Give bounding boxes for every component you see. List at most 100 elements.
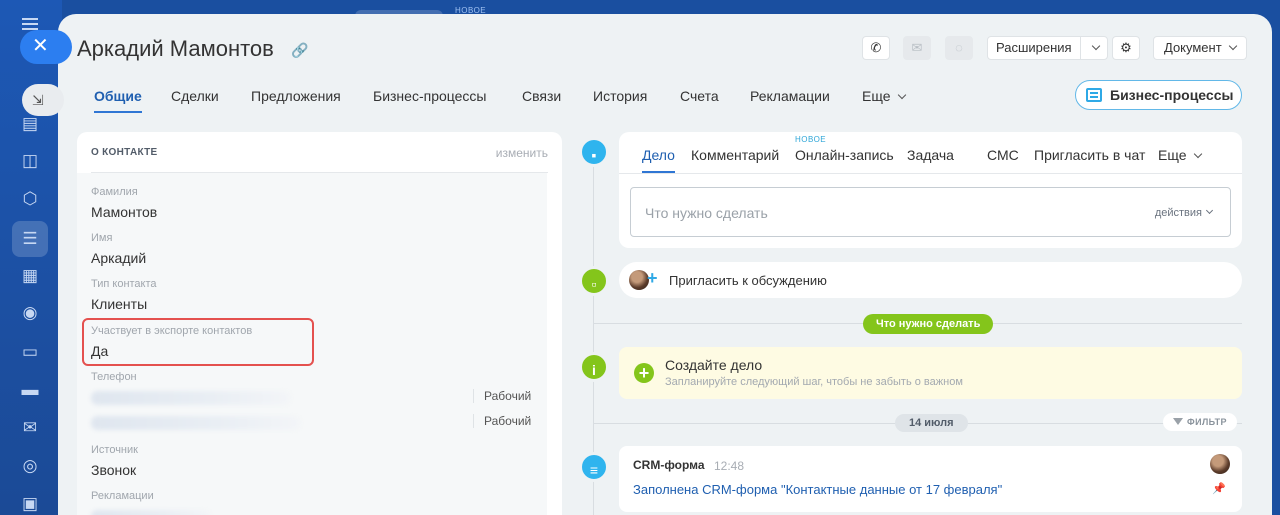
chevron-down-icon bbox=[897, 90, 906, 100]
contact-type-label: Тип контакта bbox=[91, 278, 157, 290]
create-activity-card[interactable]: + Создайте дело Запланируйте следующий ш… bbox=[619, 347, 1242, 399]
document-button[interactable]: Документ bbox=[1153, 36, 1247, 60]
invite-label: Пригласить к обсуждению bbox=[669, 273, 827, 288]
collapse-button[interactable]: ⇲ bbox=[22, 84, 64, 116]
activity-input-placeholder: Что нужно сделать bbox=[645, 205, 768, 221]
source-value[interactable]: Звонок bbox=[91, 462, 136, 478]
tab-more[interactable]: Еще bbox=[862, 88, 906, 104]
chevron-down-icon bbox=[1193, 149, 1202, 159]
chevron-down-icon bbox=[1091, 41, 1100, 51]
close-button[interactable]: ✕ bbox=[20, 30, 72, 64]
tab-invite-to-chat[interactable]: Пригласить в чат bbox=[1034, 147, 1145, 163]
avatar bbox=[629, 270, 649, 290]
actions-dropdown[interactable]: действия bbox=[1154, 206, 1214, 219]
close-icon: ✕ bbox=[32, 35, 49, 57]
collapse-icon: ⇲ bbox=[32, 92, 44, 108]
card-icon[interactable]: ▬ bbox=[20, 380, 40, 400]
mail-icon[interactable]: ✉ bbox=[20, 418, 40, 438]
info-icon: i bbox=[579, 352, 609, 382]
tab-sms[interactable]: СМС bbox=[987, 147, 1019, 163]
tab-proposals[interactable]: Предложения bbox=[251, 88, 341, 104]
create-activity-subtitle: Запланируйте следующий шаг, чтобы не заб… bbox=[665, 376, 963, 388]
create-activity-title: Создайте дело bbox=[665, 357, 763, 373]
chevron-down-icon bbox=[1228, 41, 1237, 51]
first-name-label: Имя bbox=[91, 232, 113, 244]
date-pill: 14 июля bbox=[895, 414, 968, 432]
contact-type-value[interactable]: Клиенты bbox=[91, 296, 147, 312]
business-process-icon bbox=[1086, 88, 1102, 102]
chat-icon[interactable]: ◫ bbox=[20, 151, 40, 171]
tab-task[interactable]: Задача bbox=[907, 147, 954, 163]
tab-deals[interactable]: Сделки bbox=[171, 88, 219, 104]
tab-more-label: Еще bbox=[862, 88, 891, 104]
tab-invoices[interactable]: Счета bbox=[680, 88, 719, 104]
tab-activity-more[interactable]: Еще bbox=[1158, 147, 1202, 163]
event-link[interactable]: Заполнена CRM-форма "Контактные данные о… bbox=[633, 482, 1002, 497]
contact-panel: Аркадий Мамонтов 🔗 ✆ ✉ ◌ Расширения ⚙ До… bbox=[58, 14, 1272, 515]
pin-icon[interactable]: 📌 bbox=[1212, 482, 1226, 495]
tab-relations[interactable]: Связи bbox=[522, 88, 561, 104]
claims-label: Рекламации bbox=[91, 490, 154, 502]
add-icon[interactable]: + bbox=[634, 363, 654, 383]
document-label: Документ bbox=[1164, 40, 1222, 55]
page-title: Аркадий Мамонтов bbox=[77, 36, 274, 61]
phone-label: Телефон bbox=[91, 371, 137, 383]
tab-business-processes[interactable]: Бизнес-процессы bbox=[373, 88, 486, 104]
hexagon-icon[interactable]: ⬡ bbox=[20, 189, 40, 209]
highlight-frame bbox=[82, 318, 314, 366]
menu-icon[interactable] bbox=[22, 18, 38, 30]
app-sidebar: ▤ ◫ ⬡ ☰ ▦ ◉ ▭ ▬ ✉ ◎ ▣ bbox=[0, 0, 62, 515]
contacts-icon[interactable]: ◎ bbox=[20, 456, 40, 476]
last-name-value[interactable]: Мамонтов bbox=[91, 204, 157, 220]
tab-comment[interactable]: Комментарий bbox=[691, 147, 779, 163]
tab-online-booking[interactable]: Онлайн-запись bbox=[795, 147, 894, 163]
form-icon: ≡ bbox=[579, 452, 609, 482]
edit-link[interactable]: изменить bbox=[496, 146, 548, 160]
divider bbox=[619, 173, 1242, 174]
email-button[interactable]: ✉ bbox=[903, 36, 931, 60]
last-name-label: Фамилия bbox=[91, 186, 138, 198]
tab-activity-more-label: Еще bbox=[1158, 147, 1187, 163]
tab-claims[interactable]: Рекламации bbox=[750, 88, 830, 104]
plus-icon: + bbox=[647, 268, 658, 288]
call-button[interactable]: ✆ bbox=[862, 36, 890, 60]
robot-icon[interactable]: ◉ bbox=[20, 303, 40, 323]
mail-icon: ✉ bbox=[911, 40, 923, 55]
new-badge: НОВОЕ bbox=[795, 135, 827, 144]
event-time: 12:48 bbox=[714, 459, 745, 473]
phone-icon: ✆ bbox=[870, 40, 882, 55]
filter-button[interactable]: ФИЛЬТР bbox=[1163, 413, 1237, 431]
chat-bubble-icon: ◌ bbox=[955, 40, 963, 55]
document-icon[interactable]: ▭ bbox=[20, 342, 40, 362]
filter-label: ФИЛЬТР bbox=[1187, 417, 1227, 427]
tab-deal[interactable]: Дело bbox=[642, 147, 675, 173]
actions-label: действия bbox=[1154, 207, 1202, 219]
calendar-icon[interactable]: ▦ bbox=[20, 266, 40, 286]
claims-value-blurred[interactable] bbox=[91, 510, 211, 515]
business-processes-label: Бизнес-процессы bbox=[1110, 87, 1234, 103]
first-name-value[interactable]: Аркадий bbox=[91, 250, 146, 266]
message-button[interactable]: ◌ bbox=[945, 36, 973, 60]
invite-discussion[interactable]: + Пригласить к обсуждению bbox=[619, 262, 1242, 298]
activity-input[interactable]: Что нужно сделать действия bbox=[630, 187, 1231, 237]
tab-general[interactable]: Общие bbox=[94, 88, 142, 113]
business-processes-button[interactable]: Бизнес-процессы bbox=[1075, 80, 1242, 110]
phone-number-blurred[interactable] bbox=[91, 416, 301, 430]
event-title: CRM-форма bbox=[633, 458, 705, 472]
comment-icon: ▫ bbox=[579, 266, 609, 296]
grid-icon[interactable]: ▣ bbox=[20, 494, 40, 514]
settings-button[interactable]: ⚙ bbox=[1112, 36, 1140, 60]
crm-icon[interactable]: ☰ bbox=[20, 229, 40, 249]
source-label: Источник bbox=[91, 444, 138, 456]
extensions-button[interactable]: Расширения bbox=[987, 36, 1108, 60]
extensions-label: Расширения bbox=[996, 40, 1072, 55]
gear-icon: ⚙ bbox=[1120, 40, 1132, 55]
extensions-dropdown[interactable] bbox=[1079, 37, 1107, 59]
todo-section-pill: Что нужно сделать bbox=[863, 314, 994, 334]
avatar[interactable] bbox=[1210, 454, 1230, 474]
phone-number-blurred[interactable] bbox=[91, 391, 291, 405]
activity-icon: ▪ bbox=[579, 137, 609, 167]
tasks-icon[interactable]: ▤ bbox=[20, 114, 40, 134]
copy-link-icon[interactable]: 🔗 bbox=[291, 42, 308, 59]
tab-history[interactable]: История bbox=[593, 88, 647, 104]
